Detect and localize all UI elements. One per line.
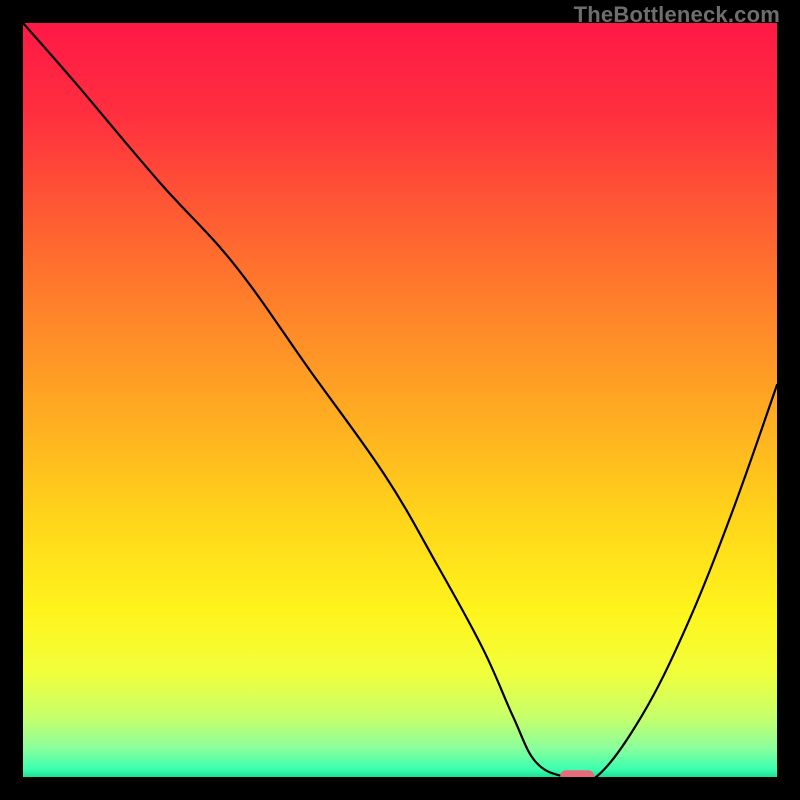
bottleneck-curve xyxy=(23,23,777,777)
watermark-text: TheBottleneck.com xyxy=(574,2,780,28)
plot-area xyxy=(23,23,777,777)
chart-container: TheBottleneck.com xyxy=(0,0,800,800)
optimal-marker xyxy=(560,770,594,777)
chart-overlay xyxy=(23,23,777,777)
